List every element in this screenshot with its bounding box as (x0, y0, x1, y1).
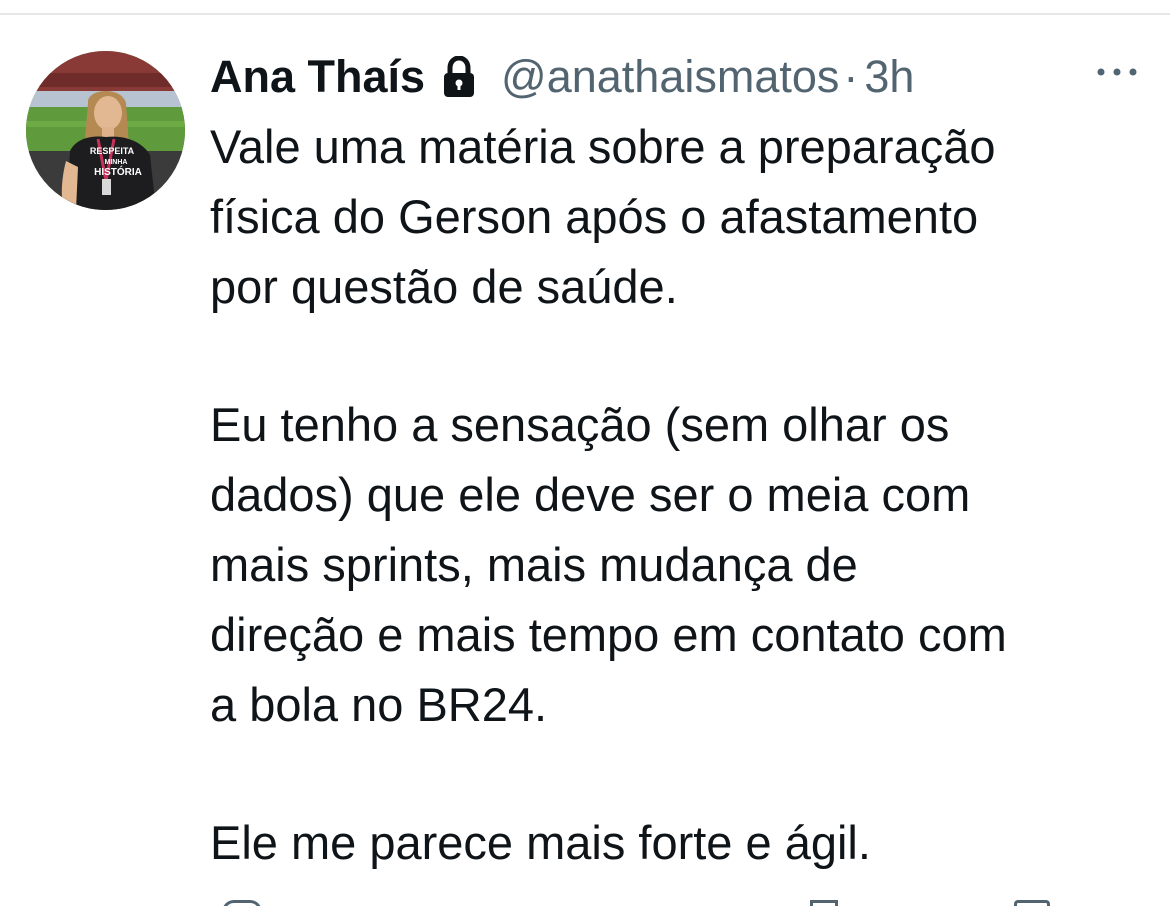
tweet-text: Vale uma matéria sobre a preparação físi… (210, 112, 1160, 878)
lock-icon (441, 55, 477, 98)
user-handle[interactable]: @anathaismatos (501, 51, 839, 103)
text-line: mais sprints, mais mudança de (210, 538, 858, 591)
timestamp[interactable]: 3h (864, 51, 914, 103)
reply-icon[interactable] (222, 900, 262, 906)
svg-text:RESPEITA: RESPEITA (90, 146, 135, 156)
text-line: por questão de saúde. (210, 260, 678, 313)
text-line: a bola no BR24. (210, 678, 548, 731)
text-line: Ele me parece mais forte e ágil. (210, 816, 871, 869)
svg-text:HISTÓRIA: HISTÓRIA (94, 165, 142, 178)
tweet[interactable]: RESPEITA MINHA HISTÓRIA Ana Thaís @anath… (0, 0, 1170, 906)
display-name[interactable]: Ana Thaís (210, 51, 425, 103)
text-line: dados) que ele deve ser o meia com (210, 468, 971, 521)
text-line: física do Gerson após o afastamento (210, 190, 979, 243)
text-line: Vale uma matéria sobre a preparação (210, 120, 996, 173)
avatar-photo: RESPEITA MINHA HISTÓRIA (26, 51, 185, 210)
bookmark-icon[interactable] (1014, 900, 1050, 906)
text-line: direção e mais tempo em contato com (210, 608, 1007, 661)
svg-text:MINHA: MINHA (105, 159, 128, 166)
tweet-paragraph: Eu tenho a sensação (sem olhar os dados)… (210, 390, 1160, 740)
header-separator: · (843, 51, 859, 102)
more-horizontal-icon[interactable] (1094, 60, 1140, 84)
tweet-actions (210, 896, 1140, 906)
avatar[interactable]: RESPEITA MINHA HISTÓRIA (26, 51, 185, 210)
tweet-paragraph: Vale uma matéria sobre a preparação físi… (210, 112, 1160, 322)
text-line: Eu tenho a sensação (sem olhar os (210, 398, 950, 451)
views-icon[interactable] (810, 900, 838, 906)
tweet-paragraph: Ele me parece mais forte e ágil. (210, 808, 1160, 878)
tweet-header: Ana Thaís @anathaismatos · 3h (210, 44, 1140, 110)
